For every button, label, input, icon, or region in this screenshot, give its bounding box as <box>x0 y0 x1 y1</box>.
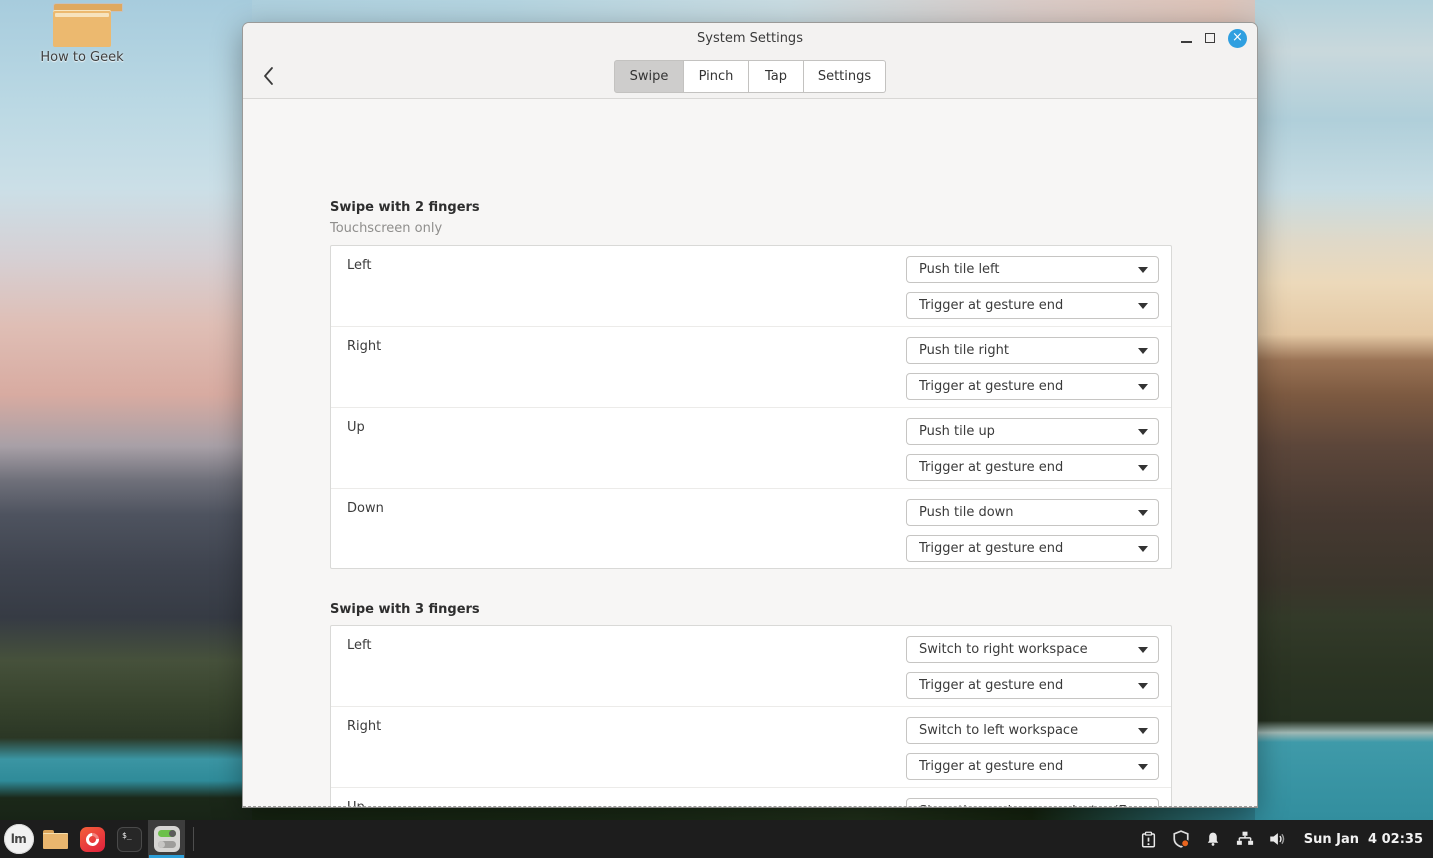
tab-swipe[interactable]: Swipe <box>614 60 684 93</box>
folder-icon <box>43 829 68 849</box>
dropdown-value: Trigger at gesture end <box>919 678 1064 693</box>
chevron-down-icon <box>1138 646 1148 653</box>
chevron-down-icon <box>1138 347 1148 354</box>
volume-icon[interactable] <box>1268 830 1286 848</box>
chevron-down-icon <box>1138 682 1148 689</box>
header-bar: Swipe Pinch Tap Settings <box>243 53 1257 99</box>
dropdown-value: Push tile up <box>919 424 995 439</box>
file-manager-button[interactable] <box>37 820 74 858</box>
network-icon[interactable] <box>1236 830 1254 848</box>
gesture-row-up: Up Push tile up Trigger at gesture end <box>331 408 1171 489</box>
chevron-left-icon <box>264 67 273 85</box>
red-swirl-app-icon <box>80 826 105 852</box>
dropdown-value: Trigger at gesture end <box>919 759 1064 774</box>
chevron-down-icon <box>1138 383 1148 390</box>
action-dropdown[interactable]: Switch to left workspace <box>906 717 1159 744</box>
notifications-bell-icon[interactable] <box>1204 830 1222 848</box>
red-app-button[interactable] <box>74 820 111 858</box>
direction-label: Up <box>347 420 365 435</box>
gesture-row-down: Down Push tile down Trigger at gesture e… <box>331 489 1171 568</box>
gesture-row-right: Right Switch to left workspace Trigger a… <box>331 707 1171 788</box>
minimize-button[interactable] <box>1181 31 1192 45</box>
direction-label: Right <box>347 719 382 734</box>
chevron-down-icon <box>1138 727 1148 734</box>
dropdown-value: Push tile right <box>919 343 1009 358</box>
chevron-down-icon <box>1138 545 1148 552</box>
action-dropdown[interactable]: Push tile down <box>906 499 1159 526</box>
trigger-dropdown[interactable]: Trigger at gesture end <box>906 753 1159 780</box>
dropdown-value: Push tile left <box>919 262 1000 277</box>
maximize-button[interactable] <box>1205 33 1215 43</box>
gesture-settings-task-button[interactable] <box>148 820 185 858</box>
shield-update-icon[interactable] <box>1172 830 1190 848</box>
chevron-down-icon <box>1138 509 1148 516</box>
close-button[interactable]: × <box>1228 28 1247 48</box>
tab-group: Swipe Pinch Tap Settings <box>614 60 886 93</box>
dropdown-value: Push tile down <box>919 505 1014 520</box>
gesture-group-2-fingers: Left Push tile left Trigger at gesture e… <box>330 245 1172 569</box>
action-dropdown[interactable]: Push tile right <box>906 337 1159 364</box>
mint-logo-icon: lm <box>3 824 34 854</box>
dropdown-value: Trigger at gesture end <box>919 379 1064 394</box>
clipboard-alert-icon[interactable] <box>1140 830 1158 848</box>
gesture-row-right: Right Push tile right Trigger at gesture… <box>331 327 1171 408</box>
folder-icon <box>53 3 123 47</box>
chevron-down-icon <box>1138 464 1148 471</box>
desktop-icon-how-to-geek[interactable]: How to Geek <box>22 3 142 65</box>
gesture-group-3-fingers: Left Switch to right workspace Trigger a… <box>330 625 1172 807</box>
trigger-dropdown[interactable]: Trigger at gesture end <box>906 292 1159 319</box>
terminal-icon: $_ <box>117 826 142 852</box>
action-dropdown[interactable]: Push tile left <box>906 256 1159 283</box>
trigger-dropdown[interactable]: Trigger at gesture end <box>906 454 1159 481</box>
taskbar-launchers: lm $_ <box>0 820 194 858</box>
system-tray: Sun Jan 4 02:35 <box>1140 830 1433 848</box>
gesture-row-up: Up Show the workspace selector (Expo) Tr… <box>331 788 1171 807</box>
tab-settings[interactable]: Settings <box>804 60 886 93</box>
system-settings-window: System Settings × Swipe Pinch Tap Settin… <box>242 22 1258 808</box>
desktop: How to Geek System Settings × Swipe Pinc… <box>0 0 1433 858</box>
chevron-down-icon <box>1138 266 1148 273</box>
section-title: Swipe with 3 fingers <box>330 602 480 617</box>
trigger-dropdown[interactable]: Trigger at gesture end <box>906 672 1159 699</box>
desktop-icon-label: How to Geek <box>40 50 124 65</box>
dropdown-value: Switch to right workspace <box>919 642 1088 657</box>
action-dropdown[interactable]: Switch to right workspace <box>906 636 1159 663</box>
section-subtitle: Touchscreen only <box>330 221 443 236</box>
trigger-dropdown[interactable]: Trigger at gesture end <box>906 535 1159 562</box>
direction-label: Down <box>347 501 384 516</box>
back-button[interactable] <box>261 66 277 86</box>
gesture-row-left: Left Switch to right workspace Trigger a… <box>331 626 1171 707</box>
window-bottom-dashed-line <box>243 806 1257 807</box>
terminal-button[interactable]: $_ <box>111 820 148 858</box>
chevron-down-icon <box>1138 428 1148 435</box>
taskbar-clock[interactable]: Sun Jan 4 02:35 <box>1304 832 1423 847</box>
mint-menu-button[interactable]: lm <box>0 820 37 858</box>
dropdown-value: Switch to left workspace <box>919 723 1079 738</box>
wallpaper-right-mountain <box>1255 0 1433 858</box>
direction-label: Right <box>347 339 382 354</box>
dropdown-value: Trigger at gesture end <box>919 541 1064 556</box>
settings-content: Swipe with 2 fingers Touchscreen only Le… <box>243 99 1257 807</box>
direction-label: Left <box>347 258 372 273</box>
chevron-down-icon <box>1138 302 1148 309</box>
tab-tap[interactable]: Tap <box>749 60 804 93</box>
direction-label: Left <box>347 638 372 653</box>
action-dropdown[interactable]: Push tile up <box>906 418 1159 445</box>
wallpaper-left-mountain <box>0 0 252 858</box>
trigger-dropdown[interactable]: Trigger at gesture end <box>906 373 1159 400</box>
dropdown-value: Trigger at gesture end <box>919 460 1064 475</box>
toggle-switches-icon <box>153 826 180 852</box>
section-title: Swipe with 2 fingers <box>330 200 480 215</box>
titlebar[interactable]: System Settings × <box>243 23 1257 53</box>
chevron-down-icon <box>1138 763 1148 770</box>
gesture-row-left: Left Push tile left Trigger at gesture e… <box>331 246 1171 327</box>
dropdown-value: Trigger at gesture end <box>919 298 1064 313</box>
taskbar-separator <box>193 827 194 851</box>
window-title: System Settings <box>697 31 803 46</box>
taskbar: lm $_ Sun Jan 4 02:35 <box>0 820 1433 858</box>
tab-pinch[interactable]: Pinch <box>684 60 749 93</box>
